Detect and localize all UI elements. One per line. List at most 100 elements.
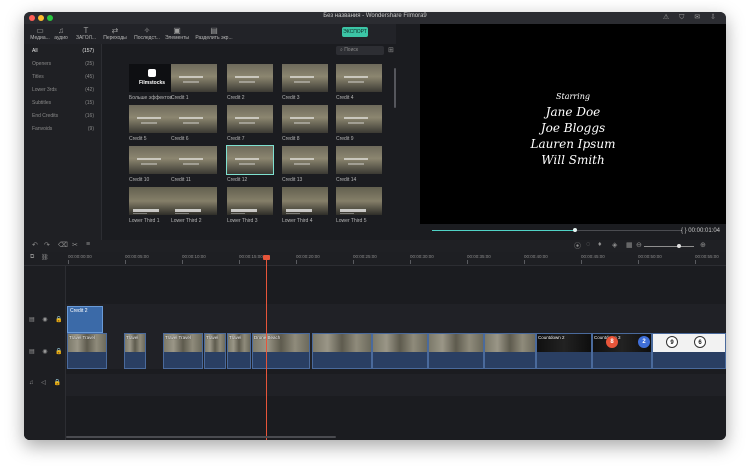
thumbnail-text-line — [235, 76, 259, 78]
thumbnail-text-line — [286, 209, 312, 212]
library-thumbnail[interactable] — [171, 146, 217, 174]
zoom-in-icon[interactable]: ⊕ — [700, 241, 706, 249]
mixer-icon[interactable]: ◈ — [612, 241, 617, 249]
audio-track[interactable] — [66, 374, 726, 396]
timeline-scrollbar[interactable] — [66, 436, 336, 438]
tool-titles[interactable]: T ЗАГОЛ... — [74, 26, 98, 41]
timeline-zoom-slider[interactable] — [644, 246, 694, 247]
effects-icon: ✧ — [143, 26, 151, 35]
library-thumbnail[interactable] — [336, 105, 382, 133]
marker-icon[interactable]: ◌ — [586, 241, 590, 248]
export-button[interactable]: ЭКСПОРТ — [342, 27, 368, 37]
tool-audio[interactable]: ♫ аудио — [51, 26, 71, 41]
title-clip[interactable]: Credit 2 — [67, 306, 103, 333]
library-thumbnail[interactable]: Filmstocks — [129, 64, 175, 92]
sidebar-item-favorites[interactable]: Fanvoids (9) — [32, 126, 96, 136]
thumbnail-text-line — [141, 163, 157, 165]
library-thumbnail[interactable] — [226, 145, 274, 175]
sidebar-item-titles[interactable]: Titles (45) — [32, 74, 96, 84]
subtitle-icon[interactable]: ▦ — [626, 241, 633, 249]
search-input[interactable]: ⌕ Поиск — [336, 46, 384, 55]
library-thumbnail[interactable] — [129, 146, 175, 174]
media-toolbar: ▭ Медиа... ♫ аудио T ЗАГОЛ... ⇄ Переходы ✧ По… — [24, 24, 396, 44]
thumbnail-text-line — [175, 213, 189, 214]
library-scrollbar[interactable] — [394, 68, 396, 108]
video-clip-label: Travel Travel — [165, 335, 191, 340]
render-icon[interactable]: ⦿ — [574, 241, 581, 251]
sidebar-item-lower-thirds[interactable]: Lower 3rds (42) — [32, 87, 96, 97]
playhead[interactable] — [266, 258, 267, 440]
window-status-icons[interactable]: ⚠ ⛉ ✉ ⇩ — [663, 13, 720, 22]
video-clip[interactable] — [312, 333, 372, 369]
library-thumbnail[interactable] — [336, 187, 382, 215]
tool-media[interactable]: ▭ Медиа... — [28, 26, 52, 41]
sidebar-item-end-credits[interactable]: End Credits (16) — [32, 113, 96, 123]
library-thumbnail[interactable] — [282, 146, 328, 174]
title-track-controls[interactable]: ▤ ◉ 🔒 — [29, 316, 66, 323]
add-track-icon[interactable]: ⧉ — [30, 254, 34, 261]
thumbnail-text-line — [348, 122, 364, 124]
delete-icon[interactable]: ⌫ — [58, 241, 68, 249]
audio-settings-icon[interactable]: ≡ — [86, 241, 90, 248]
playback-progress-fill — [432, 230, 575, 231]
library-item-label: Credit 11 — [171, 177, 191, 183]
video-clip[interactable] — [652, 333, 726, 369]
tool-effects[interactable]: ✧ Последст... — [132, 26, 162, 41]
thumbnail-text-line — [239, 81, 255, 83]
library-thumbnail[interactable] — [282, 105, 328, 133]
tool-elements[interactable]: ▣ Элементы — [164, 26, 190, 41]
link-icon[interactable]: ⛓ — [41, 254, 49, 261]
microphone-icon[interactable]: ♦ — [598, 241, 602, 248]
library-thumbnail[interactable] — [227, 64, 273, 92]
playback-progress-track[interactable] — [432, 228, 682, 232]
library-item-label: Credit 1 — [171, 95, 189, 101]
thumbnail-text-line — [340, 213, 354, 214]
playback-progress-handle[interactable] — [572, 228, 577, 232]
library-thumbnail[interactable] — [171, 187, 217, 215]
timeline-zoom-handle[interactable] — [677, 244, 681, 248]
video-clip-label: Drone Beach — [254, 335, 281, 340]
thumbnail-text-line — [235, 117, 259, 119]
sidebar-item-all[interactable]: All (157) — [32, 48, 96, 58]
video-clip[interactable] — [372, 333, 428, 369]
library-thumbnail[interactable] — [282, 187, 328, 215]
audio-track-controls[interactable]: ♫ ◁ 🔒 — [29, 379, 64, 386]
thumbnail-text-line — [179, 158, 203, 160]
app-window: Без названия - Wondershare Filmora9 ⚠ ⛉ … — [24, 12, 726, 440]
library-thumbnail[interactable] — [129, 187, 175, 215]
redo-icon[interactable]: ↷ — [44, 241, 50, 249]
video-clip[interactable] — [484, 333, 536, 369]
library-thumbnail[interactable] — [336, 146, 382, 174]
library-thumbnail[interactable] — [227, 105, 273, 133]
sidebar-item-subtitles[interactable]: Subtitles (15) — [32, 100, 96, 110]
video-clip[interactable]: Travel Travel — [163, 333, 203, 369]
sidebar-item-openers[interactable]: Openers (25) — [32, 61, 96, 71]
grid-view-icon[interactable]: ⊞ — [388, 46, 394, 54]
video-clip[interactable]: Travel — [227, 333, 251, 369]
thumbnail-text-line — [231, 213, 245, 214]
library-item-label: Credit 7 — [227, 136, 245, 142]
zoom-out-icon[interactable]: ⊖ — [636, 241, 642, 249]
library-item-label: Credit 4 — [336, 95, 354, 101]
video-clip[interactable]: Travel — [204, 333, 226, 369]
video-clip[interactable] — [428, 333, 484, 369]
video-clip[interactable]: Drone Beach — [252, 333, 310, 369]
video-clip[interactable]: Travel Travel — [67, 333, 107, 369]
cut-icon[interactable]: ✂ — [72, 241, 78, 249]
preview-starring-label: Starring — [556, 92, 590, 101]
video-clip[interactable]: Countdown 2 — [536, 333, 592, 369]
ruler-tick-label: 00:00:10:00 — [182, 254, 206, 264]
library-thumbnail[interactable] — [171, 105, 217, 133]
undo-icon[interactable]: ↶ — [32, 241, 38, 249]
library-thumbnail[interactable] — [129, 105, 175, 133]
tool-transitions[interactable]: ⇄ Переходы — [102, 26, 128, 41]
video-track-controls[interactable]: ▤ ◉ 🔒 — [29, 348, 66, 355]
tool-split-screen[interactable]: ▤ Разделить экр... — [192, 26, 236, 41]
ruler-tick-label: 00:00:35:00 — [467, 254, 491, 264]
video-clip[interactable]: Travel — [124, 333, 146, 369]
library-thumbnail[interactable] — [282, 64, 328, 92]
timeline-ruler[interactable]: ⧉ ⛓ 00:00:00:00 00:00:05:00 00:00:10:00 00:… — [24, 252, 726, 266]
library-thumbnail[interactable] — [171, 64, 217, 92]
library-thumbnail[interactable] — [336, 64, 382, 92]
library-thumbnail[interactable] — [227, 187, 273, 215]
